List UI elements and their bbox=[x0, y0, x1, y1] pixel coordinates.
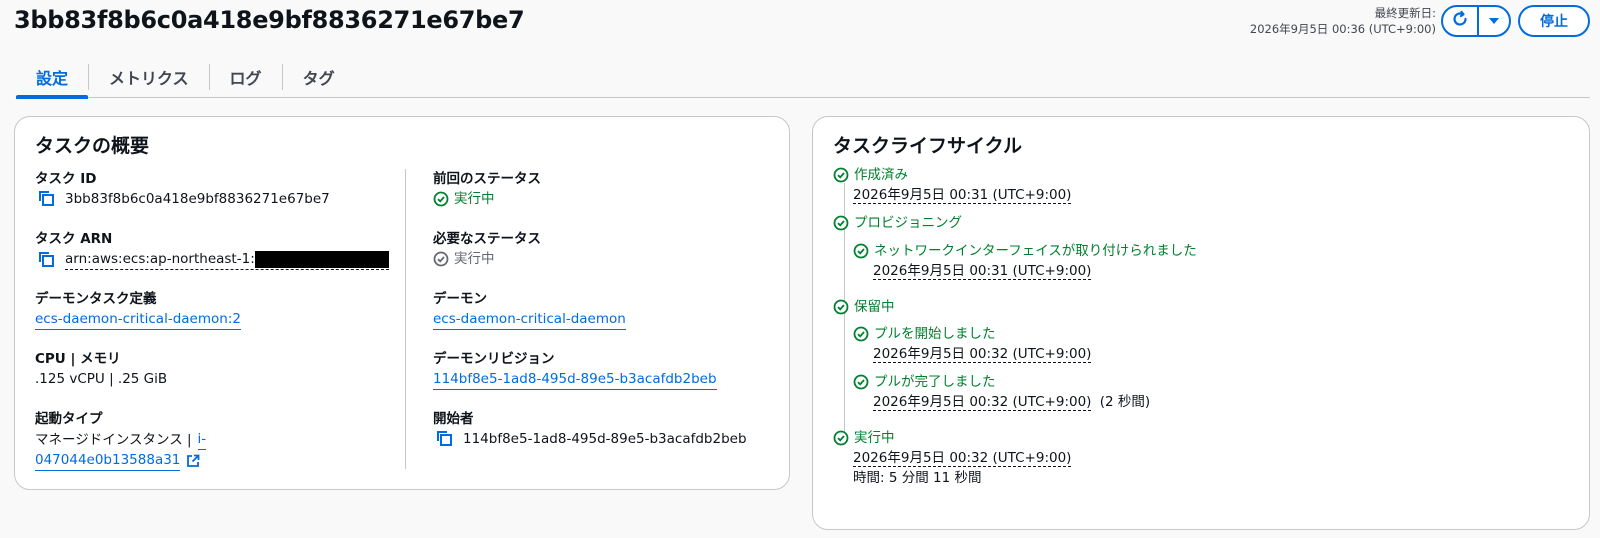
daemon-label: デーモン bbox=[433, 291, 487, 307]
copy-icon[interactable] bbox=[37, 189, 57, 209]
success-check-icon bbox=[853, 326, 869, 342]
lifecycle-step-label: プルが完了しました bbox=[874, 374, 996, 390]
lifecycle-elapsed: 時間: 5 分間 11 秒間 bbox=[853, 470, 982, 486]
daemon-task-definition-field: デーモンタスク定義 ecs-daemon-critical-daemon:2 bbox=[35, 289, 395, 349]
cpu-memory-value: .125 vCPU | .25 GiB bbox=[35, 371, 168, 387]
tab-logs[interactable]: ログ bbox=[210, 56, 282, 98]
task-arn-value: arn:aws:ecs:ap-northeast-1: bbox=[65, 251, 255, 267]
lifecycle-duration: (2 秒間) bbox=[1099, 394, 1151, 410]
refresh-options-dropdown[interactable] bbox=[1479, 7, 1509, 35]
tab-metrics[interactable]: メトリクス bbox=[89, 56, 209, 98]
instance-link-part2[interactable]: 047044e0b13588a31 bbox=[35, 450, 181, 471]
daemon-task-definition-link[interactable]: ecs-daemon-critical-daemon:2 bbox=[35, 309, 241, 330]
last-status-value: 実行中 bbox=[454, 191, 495, 207]
lifecycle-step-running: 実行中 2026年9月5日 00:32 (UTC+9:00) 時間: 5 分間 … bbox=[833, 428, 1072, 488]
desired-status-label: 必要なステータス bbox=[433, 231, 541, 247]
task-lifecycle-container: タスクライフサイクル 作成済み 2026年9月5日 00:31 (UTC+9:0… bbox=[812, 116, 1590, 530]
caret-down-icon bbox=[1488, 12, 1500, 31]
task-id-label: タスク ID bbox=[35, 171, 97, 187]
tab-settings[interactable]: 設定 bbox=[16, 56, 89, 99]
lifecycle-timestamp[interactable]: 2026年9月5日 00:31 (UTC+9:00) bbox=[853, 187, 1072, 204]
daemon-revision-link[interactable]: 114bf8e5-1ad8-495d-89e5-b3acafdb2beb bbox=[433, 369, 717, 390]
lifecycle-timestamp[interactable]: 2026年9月5日 00:32 (UTC+9:00) bbox=[853, 450, 1072, 467]
daemon-field: デーモン ecs-daemon-critical-daemon bbox=[433, 289, 793, 349]
lifecycle-substep-pull-started: プルを開始しました 2026年9月5日 00:32 (UTC+9:00) bbox=[853, 324, 1092, 364]
success-check-icon bbox=[853, 243, 869, 259]
instance-link-part1[interactable]: i- bbox=[197, 429, 207, 450]
refresh-button[interactable] bbox=[1443, 7, 1479, 35]
daemon-revision-field: デーモンリビジョン 114bf8e5-1ad8-495d-89e5-b3acaf… bbox=[433, 349, 793, 409]
lifecycle-step-label: プロビジョニング bbox=[854, 215, 962, 231]
refresh-button-group bbox=[1441, 5, 1511, 37]
task-arn-field: タスク ARN arn:aws:ecs:ap-northeast-1: bbox=[35, 229, 395, 289]
last-status-label: 前回のステータス bbox=[433, 171, 541, 187]
lifecycle-step-label: 作成済み bbox=[854, 167, 908, 183]
launch-type-field: 起動タイプ マネージドインスタンス | i- 047044e0b13588a31 bbox=[35, 409, 395, 471]
desired-status-value: 実行中 bbox=[454, 251, 495, 267]
column-divider bbox=[405, 169, 406, 469]
task-id-field: タスク ID 3bb83f8b6c0a418e9bf8836271e67be7 bbox=[35, 169, 395, 229]
task-overview-container: タスクの概要 タスク ID 3bb83f8b6c0a418e9bf8836271… bbox=[14, 116, 790, 490]
last-updated-label: 最終更新日: bbox=[1374, 6, 1436, 20]
copy-icon[interactable] bbox=[435, 429, 455, 449]
stop-button[interactable]: 停止 bbox=[1518, 5, 1590, 37]
daemon-revision-label: デーモンリビジョン bbox=[433, 351, 555, 367]
lifecycle-substep-eni: ネットワークインターフェイスが取り付けられました 2026年9月5日 00:31… bbox=[853, 241, 1197, 281]
lifecycle-step-label: プルを開始しました bbox=[874, 326, 996, 342]
task-detail-page: 3bb83f8b6c0a418e9bf8836271e67be7 最終更新日: … bbox=[0, 0, 1600, 538]
lifecycle-substep-pull-completed: プルが完了しました 2026年9月5日 00:32 (UTC+9:00) (2 … bbox=[853, 372, 1150, 412]
lifecycle-timestamp[interactable]: 2026年9月5日 00:31 (UTC+9:00) bbox=[873, 263, 1092, 280]
started-by-field: 開始者 114bf8e5-1ad8-495d-89e5-b3acafdb2beb bbox=[433, 409, 793, 469]
task-id-value: 3bb83f8b6c0a418e9bf8836271e67be7 bbox=[65, 191, 330, 207]
cpu-memory-label: CPU | メモリ bbox=[35, 351, 121, 367]
success-check-icon bbox=[833, 299, 849, 315]
launch-type-value: マネージドインスタンス | bbox=[35, 431, 192, 448]
lifecycle-timestamp[interactable]: 2026年9月5日 00:32 (UTC+9:00) bbox=[873, 346, 1092, 363]
lifecycle-step-created: 作成済み 2026年9月5日 00:31 (UTC+9:00) bbox=[833, 165, 1072, 205]
page-title: 3bb83f8b6c0a418e9bf8836271e67be7 bbox=[14, 6, 525, 34]
tab-tags[interactable]: タグ bbox=[283, 56, 355, 98]
success-check-icon bbox=[433, 191, 449, 207]
check-circle-icon bbox=[433, 251, 449, 267]
success-check-icon bbox=[833, 167, 849, 183]
lifecycle-step-pending: 保留中 bbox=[833, 297, 895, 317]
task-arn-label: タスク ARN bbox=[35, 231, 113, 247]
copy-icon[interactable] bbox=[37, 250, 57, 270]
last-updated: 最終更新日: 2026年9月5日 00:36 (UTC+9:00) bbox=[1250, 5, 1436, 37]
overview-left-column: タスク ID 3bb83f8b6c0a418e9bf8836271e67be7 … bbox=[35, 169, 395, 471]
lifecycle-step-label: 実行中 bbox=[854, 430, 895, 446]
success-check-icon bbox=[853, 374, 869, 390]
started-by-value: 114bf8e5-1ad8-495d-89e5-b3acafdb2beb bbox=[463, 431, 747, 447]
lifecycle-step-label: ネットワークインターフェイスが取り付けられました bbox=[874, 243, 1197, 259]
success-check-icon bbox=[833, 215, 849, 231]
redacted-block bbox=[254, 250, 389, 268]
cpu-memory-field: CPU | メモリ .125 vCPU | .25 GiB bbox=[35, 349, 395, 409]
external-link-icon[interactable] bbox=[186, 454, 200, 468]
lifecycle-step-label: 保留中 bbox=[854, 299, 895, 315]
overview-right-column: 前回のステータス 実行中 必要なステータス 実行中 デーモン ecs-daemo… bbox=[433, 169, 793, 469]
lifecycle-timestamp[interactable]: 2026年9月5日 00:32 (UTC+9:00) bbox=[873, 394, 1092, 411]
success-check-icon bbox=[833, 430, 849, 446]
daemon-link[interactable]: ecs-daemon-critical-daemon bbox=[433, 309, 626, 330]
last-updated-value: 2026年9月5日 00:36 (UTC+9:00) bbox=[1249, 22, 1436, 36]
started-by-label: 開始者 bbox=[433, 411, 474, 427]
desired-status-field: 必要なステータス 実行中 bbox=[433, 229, 793, 289]
lifecycle-step-provisioning: プロビジョニング bbox=[833, 213, 962, 233]
daemon-task-definition-label: デーモンタスク定義 bbox=[35, 291, 157, 307]
last-status-field: 前回のステータス 実行中 bbox=[433, 169, 793, 229]
task-overview-title: タスクの概要 bbox=[35, 135, 150, 157]
task-lifecycle-title: タスクライフサイクル bbox=[833, 135, 1023, 157]
tab-bar: 設定 メトリクス ログ タグ bbox=[16, 56, 1590, 99]
launch-type-label: 起動タイプ bbox=[35, 411, 103, 427]
refresh-icon bbox=[1451, 10, 1469, 32]
